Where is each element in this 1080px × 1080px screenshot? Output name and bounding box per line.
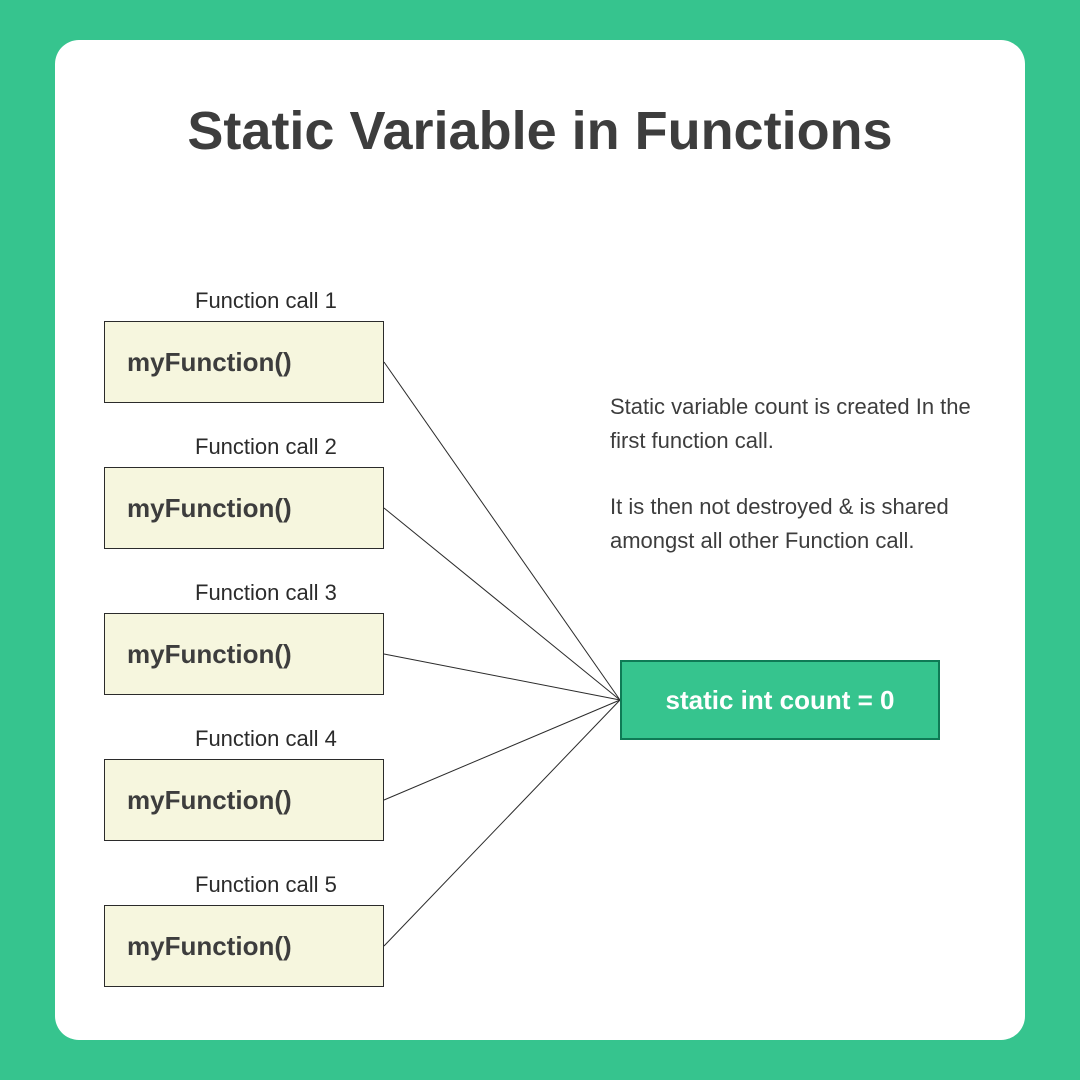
function-call-label-4: Function call 4 — [195, 726, 337, 752]
function-call-box-4: myFunction() — [104, 759, 384, 841]
function-call-label-3: Function call 3 — [195, 580, 337, 606]
function-call-box-1: myFunction() — [104, 321, 384, 403]
description-paragraph-1: Static variable count is created In the … — [610, 390, 980, 458]
static-variable-box: static int count = 0 — [620, 660, 940, 740]
function-call-box-5: myFunction() — [104, 905, 384, 987]
function-call-label-1: Function call 1 — [195, 288, 337, 314]
diagram-title: Static Variable in Functions — [55, 100, 1025, 162]
description-paragraph-2: It is then not destroyed & is shared amo… — [610, 490, 980, 558]
function-call-label-2: Function call 2 — [195, 434, 337, 460]
function-call-label-5: Function call 5 — [195, 872, 337, 898]
function-call-box-2: myFunction() — [104, 467, 384, 549]
diagram-card: Static Variable in Functions Function ca… — [55, 40, 1025, 1040]
function-call-box-3: myFunction() — [104, 613, 384, 695]
